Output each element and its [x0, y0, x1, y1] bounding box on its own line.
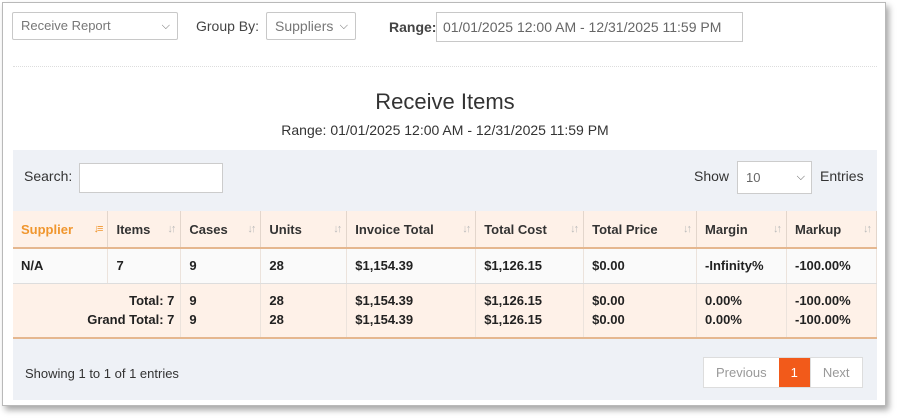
- totals-labels: Total: 7 Grand Total: 7: [13, 283, 182, 339]
- pagination: Previous 1 Next: [703, 357, 863, 388]
- chevron-down-icon: ⌵: [796, 171, 805, 183]
- sort-icon: ↓↑: [683, 223, 692, 235]
- search-input[interactable]: [79, 163, 223, 193]
- sort-icon: ↓↑: [333, 223, 342, 235]
- column-header-supplier[interactable]: Supplier ↓≡: [13, 211, 109, 249]
- sort-icon: ↓↑: [772, 223, 782, 235]
- sort-icon: ↓↑: [247, 223, 256, 235]
- group-by-select[interactable]: Suppliers ⌵: [266, 12, 356, 40]
- report-title: Receive Items: [375, 89, 515, 114]
- column-header-total-cost[interactable]: Total Cost ↓↑: [475, 211, 585, 249]
- entries-label: Entries: [820, 168, 864, 184]
- table-row: N/A 7 9 28 $1,154.39 $1,126.15 $0.00 -In…: [13, 248, 878, 284]
- grand-total-label: Grand Total: 7: [87, 312, 175, 328]
- column-header-items[interactable]: Items ↓↑: [107, 211, 182, 249]
- report-table: Supplier ↓≡ Items ↓↑ Cases ↓↑ Units ↓↑ Invoi…: [13, 211, 878, 339]
- cell-supplier: N/A: [13, 248, 109, 284]
- column-header-units[interactable]: Units ↓↑: [260, 211, 348, 249]
- cell-markup: -100.00%: [786, 248, 878, 284]
- totals-markup: -100.00% -100.00%: [786, 283, 878, 339]
- column-header-markup[interactable]: Markup ↓↑: [786, 211, 878, 249]
- divider: [13, 66, 877, 67]
- totals-total-cost: $1,126.15 $1,126.15: [475, 283, 585, 339]
- range-input[interactable]: 01/01/2025 12:00 AM - 12/31/2025 11:59 P…: [436, 12, 743, 42]
- search-label: Search:: [24, 168, 73, 184]
- table-info: Showing 1 to 1 of 1 entries: [25, 366, 179, 381]
- report-subtitle: Range: 01/01/2025 12:00 AM - 12/31/2025 …: [281, 122, 609, 138]
- report-type-select[interactable]: Receive Report ⌵: [12, 12, 178, 40]
- chevron-down-icon: ⌵: [161, 20, 170, 32]
- column-header-margin[interactable]: Margin ↓↑: [696, 211, 787, 249]
- previous-button[interactable]: Previous: [704, 358, 779, 387]
- sort-icon: ↓↑: [462, 223, 471, 235]
- column-header-cases[interactable]: Cases ↓↑: [180, 211, 262, 249]
- sort-icon: ↓↑: [570, 223, 579, 235]
- cell-total-cost: $1,126.15: [475, 248, 585, 284]
- totals-cases: 9 9: [180, 283, 262, 339]
- totals-invoice-total: $1,154.39 $1,154.39: [346, 283, 477, 339]
- page-1-button[interactable]: 1: [778, 358, 810, 387]
- next-button[interactable]: Next: [809, 358, 862, 387]
- group-by-value: Suppliers: [275, 18, 334, 34]
- cell-cases: 9: [180, 248, 262, 284]
- total-label: Total: 7: [129, 293, 175, 309]
- cell-items: 7: [107, 248, 182, 284]
- cell-margin: -Infinity%: [696, 248, 787, 284]
- group-by-label: Group By:: [196, 18, 260, 34]
- cell-invoice-total: $1,154.39: [346, 248, 477, 284]
- report-type-value: Receive Report: [21, 18, 111, 33]
- report-window: Receive Report ⌵ Group By: Suppliers ⌵ R…: [2, 2, 886, 406]
- table-header-row: Supplier ↓≡ Items ↓↑ Cases ↓↑ Units ↓↑ Invoi…: [13, 211, 878, 249]
- totals-row: Total: 7 Grand Total: 7 9 9 28 28 $1,154…: [13, 283, 878, 339]
- totals-units: 28 28: [260, 283, 348, 339]
- column-header-total-price[interactable]: Total Price ↓↑: [583, 211, 698, 249]
- totals-total-price: $0.00 $0.00: [583, 283, 698, 339]
- range-input-value: 01/01/2025 12:00 AM - 12/31/2025 11:59 P…: [443, 19, 722, 35]
- cell-total-price: $0.00: [583, 248, 698, 284]
- sort-icon: ↓↑: [863, 223, 872, 235]
- chevron-down-icon: ⌵: [339, 20, 348, 32]
- column-header-invoice-total[interactable]: Invoice Total ↓↑: [346, 211, 477, 249]
- show-label: Show: [694, 168, 730, 184]
- cell-units: 28: [260, 248, 348, 284]
- range-label: Range:: [389, 19, 437, 35]
- totals-margin: 0.00% 0.00%: [696, 283, 787, 339]
- sort-ascending-icon: ↓≡: [93, 223, 104, 235]
- page-length-select[interactable]: 10 ⌵: [737, 161, 812, 194]
- sort-icon: ↓↑: [167, 223, 176, 235]
- page-length-value: 10: [746, 170, 761, 185]
- table-panel: Search: Show 10 ⌵ Entries Supplier ↓≡ Ite…: [13, 150, 878, 400]
